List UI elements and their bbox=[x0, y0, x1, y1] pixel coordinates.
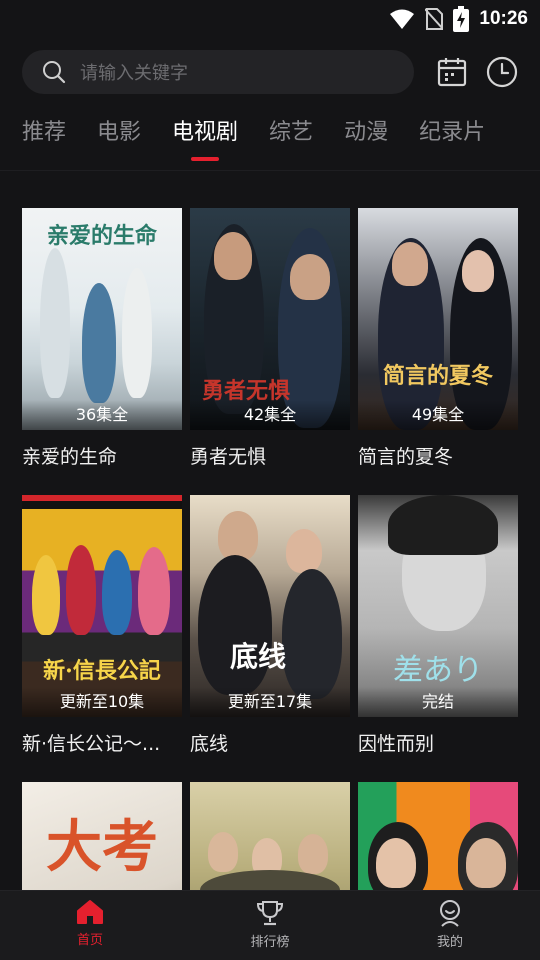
tab-movies[interactable]: 电影 bbox=[97, 113, 141, 163]
tab-anime[interactable]: 动漫 bbox=[344, 113, 388, 163]
list-item[interactable]: 勇者无惧 42集全 勇者无惧 bbox=[190, 208, 350, 469]
item-title: 底线 bbox=[190, 733, 229, 755]
tab-documentary[interactable]: 纪录片 bbox=[419, 113, 485, 163]
episode-badge: 36集全 bbox=[22, 400, 182, 430]
item-title: 新·信长公记～... bbox=[22, 733, 161, 755]
list-item[interactable]: 差あり 完结 因性而别 bbox=[358, 495, 518, 756]
poster-title: 底线 bbox=[230, 640, 287, 673]
item-title: 亲爱的生命 bbox=[22, 446, 118, 468]
poster-image[interactable]: 亲爱的生命 36集全 bbox=[22, 208, 182, 430]
bottom-nav: 首页 排行榜 我的 bbox=[0, 890, 540, 960]
poster-image[interactable]: 底线 更新至17集 bbox=[190, 495, 350, 717]
search-placeholder: 请输入关键字 bbox=[80, 63, 188, 84]
list-item[interactable]: 新·信長公記 更新至10集 新·信长公记～... bbox=[22, 495, 182, 756]
poster-image[interactable]: 新·信長公記 更新至10集 bbox=[22, 495, 182, 717]
list-item[interactable]: 简言的夏冬 49集全 简言的夏冬 bbox=[358, 208, 518, 469]
poster-image[interactable]: 勇者无惧 42集全 bbox=[190, 208, 350, 430]
battery-charging-icon bbox=[453, 6, 470, 32]
poster-image[interactable]: 大考 bbox=[22, 782, 182, 890]
search-icon bbox=[43, 61, 66, 84]
episode-badge: 49集全 bbox=[358, 400, 518, 430]
episode-badge: 更新至17集 bbox=[190, 687, 350, 717]
list-item[interactable]: 大考 bbox=[22, 782, 182, 890]
poster-title: 大考 bbox=[46, 814, 158, 880]
status-time: 10:26 bbox=[479, 8, 528, 29]
trophy-icon bbox=[256, 901, 284, 926]
item-title: 勇者无惧 bbox=[190, 446, 267, 468]
list-item[interactable] bbox=[358, 782, 518, 890]
episode-badge: 42集全 bbox=[190, 400, 350, 430]
nav-home[interactable]: 首页 bbox=[40, 899, 140, 948]
wifi-icon bbox=[390, 9, 415, 29]
search-row: 请输入关键字 bbox=[22, 50, 522, 94]
category-tabs: 推荐 电影 电视剧 综艺 动漫 纪录片 bbox=[22, 113, 516, 163]
nav-home-label: 首页 bbox=[76, 933, 103, 948]
poster-image[interactable] bbox=[358, 782, 518, 890]
tabs-divider bbox=[0, 170, 540, 171]
history-clock-icon[interactable] bbox=[486, 56, 518, 88]
search-input[interactable]: 请输入关键字 bbox=[22, 50, 414, 94]
content-grid: 亲爱的生命 36集全 亲爱的生命 勇者无惧 42集全 勇者无惧 简言的夏冬 49… bbox=[22, 208, 518, 890]
tab-recommend[interactable]: 推荐 bbox=[22, 113, 66, 163]
nav-ranking-label: 排行榜 bbox=[250, 935, 290, 950]
active-tab-indicator bbox=[191, 157, 220, 161]
profile-icon bbox=[440, 900, 460, 927]
episode-badge: 完结 bbox=[358, 687, 518, 717]
item-title: 简言的夏冬 bbox=[358, 446, 454, 468]
status-icons: 10:26 bbox=[389, 6, 528, 32]
poster-title: 新·信長公記 bbox=[43, 658, 161, 684]
poster-title: 亲爱的生命 bbox=[46, 223, 157, 249]
poster-image[interactable]: 差あり 完结 bbox=[358, 495, 518, 717]
calendar-icon[interactable] bbox=[436, 56, 468, 88]
list-item[interactable] bbox=[190, 782, 350, 890]
nav-ranking[interactable]: 排行榜 bbox=[220, 899, 320, 950]
home-icon bbox=[77, 900, 103, 924]
list-item[interactable]: 亲爱的生命 36集全 亲爱的生命 bbox=[22, 208, 182, 469]
no-sim-icon bbox=[425, 8, 444, 30]
poster-title: 简言的夏冬 bbox=[382, 363, 493, 389]
tab-variety[interactable]: 综艺 bbox=[269, 113, 313, 163]
poster-image[interactable]: 简言的夏冬 49集全 bbox=[358, 208, 518, 430]
list-item[interactable]: 底线 更新至17集 底线 bbox=[190, 495, 350, 756]
episode-badge: 更新至10集 bbox=[22, 687, 182, 717]
item-title: 因性而别 bbox=[358, 733, 435, 755]
tab-tv-series[interactable]: 电视剧 bbox=[172, 113, 238, 163]
status-bar: 10:26 bbox=[0, 0, 540, 38]
poster-title: 差あり bbox=[393, 653, 483, 688]
nav-profile-label: 我的 bbox=[436, 935, 463, 950]
poster-image[interactable] bbox=[190, 782, 350, 890]
nav-profile[interactable]: 我的 bbox=[400, 899, 500, 950]
